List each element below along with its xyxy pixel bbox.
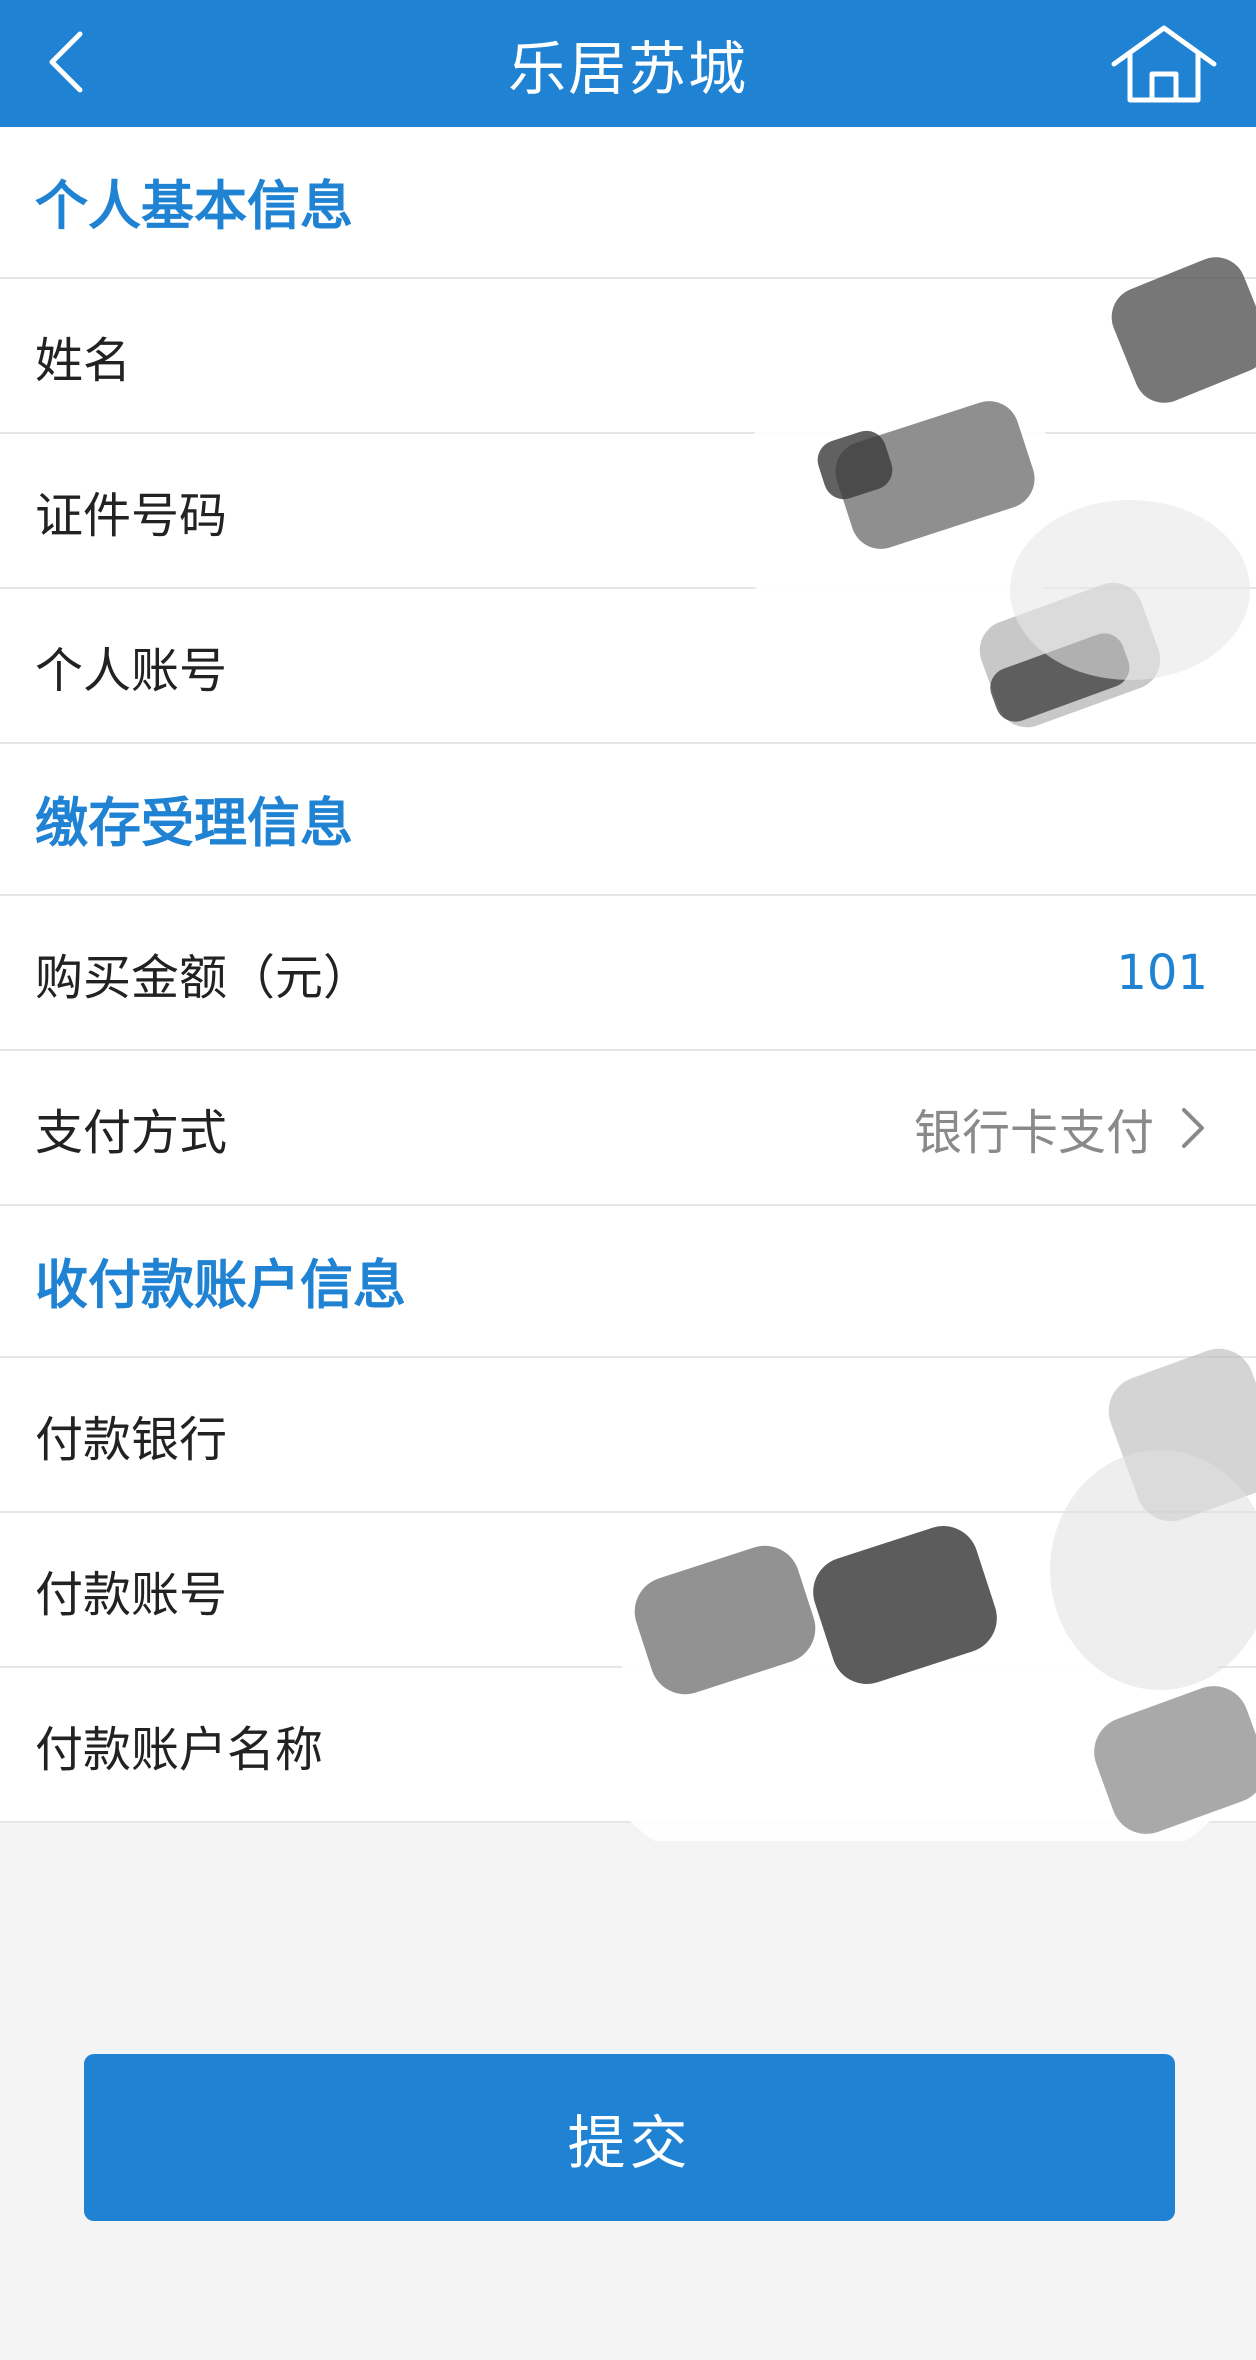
field-row-id-number[interactable]: 证件号码 [0,434,1256,589]
payee-account-label: 付款账号 [35,1566,228,1623]
field-row-payee-account[interactable]: 付款账号 [0,1513,1256,1668]
form-content: 个人基本信息 姓名 证件号码 个人账号 缴存受理信息 购买金额（元） 101 支… [0,127,1256,1823]
home-icon[interactable] [1106,22,1222,104]
payment-method-label: 支付方式 [35,1104,228,1161]
section-title-personal: 个人基本信息 [35,176,353,237]
field-row-payment-method[interactable]: 支付方式 银行卡支付 [0,1051,1256,1206]
submit-button[interactable]: 提交 [84,2054,1175,2221]
personal-account-label: 个人账号 [35,642,228,699]
chevron-left-icon[interactable] [38,26,98,98]
field-row-personal-account[interactable]: 个人账号 [0,589,1256,744]
chevron-right-icon [1182,1107,1204,1148]
field-row-account-name[interactable]: 付款账户名称 [0,1668,1256,1823]
field-row-name[interactable]: 姓名 [0,279,1256,434]
account-name-label: 付款账户名称 [35,1721,324,1778]
section-header-deposit: 缴存受理信息 [0,744,1256,896]
section-header-payee: 收付款账户信息 [0,1206,1256,1358]
field-row-amount[interactable]: 购买金额（元） 101 [0,896,1256,1051]
section-title-deposit: 缴存受理信息 [35,793,353,854]
bank-label: 付款银行 [35,1411,228,1468]
field-row-bank[interactable]: 付款银行 [0,1358,1256,1513]
section-title-payee: 收付款账户信息 [35,1255,406,1316]
top-navigation-bar: 乐居苏城 [0,0,1256,127]
page-title: 乐居苏城 [507,34,748,103]
id-number-label: 证件号码 [35,487,228,544]
payment-method-value: 银行卡支付 [913,1104,1154,1161]
amount-label: 购买金额（元） [35,949,372,1006]
section-header-personal: 个人基本信息 [0,127,1256,279]
amount-value: 101 [1116,944,1208,1001]
name-label: 姓名 [35,332,132,389]
